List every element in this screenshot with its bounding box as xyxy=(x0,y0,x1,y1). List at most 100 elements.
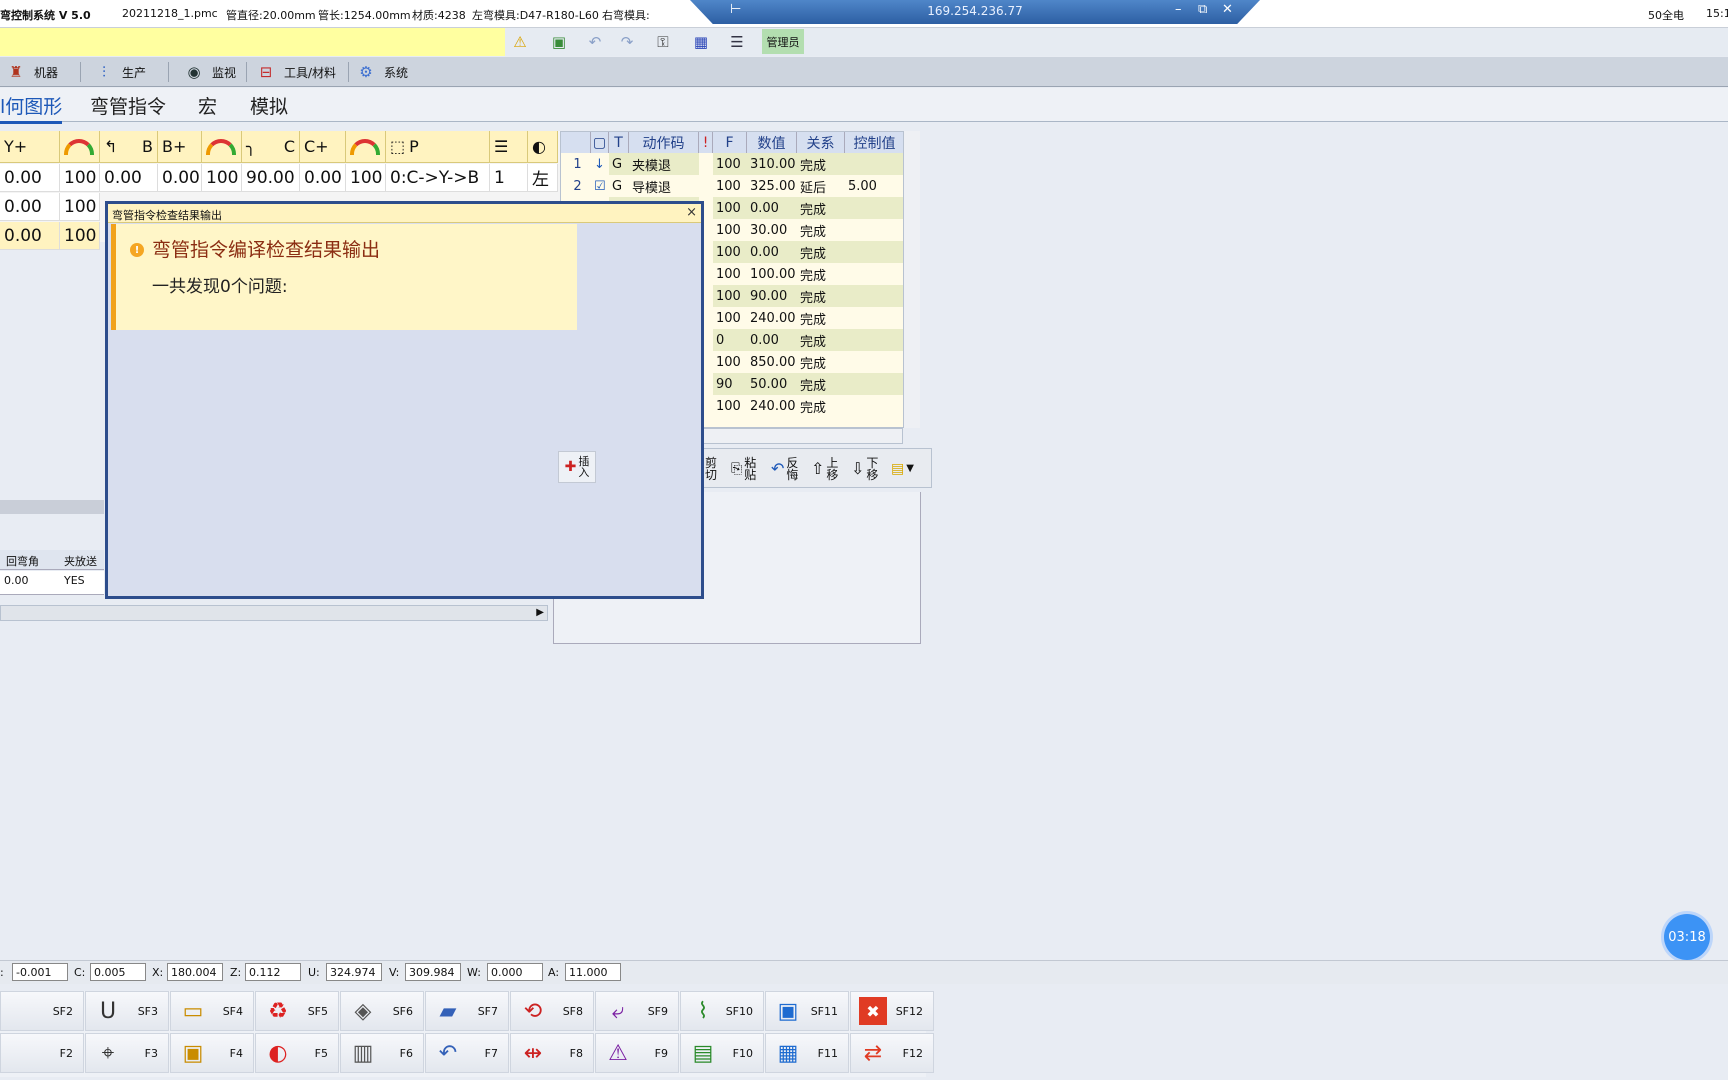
row-control-value[interactable] xyxy=(845,219,905,241)
cell[interactable]: 0:C->Y->B xyxy=(386,164,490,192)
paste-button[interactable]: ⎘ 粘贴 xyxy=(731,453,756,485)
user-key-icon[interactable]: ⚿ xyxy=(653,32,673,52)
function-key-sf3[interactable]: U SF3 xyxy=(85,991,169,1031)
undo-button[interactable]: ↶ 反悔 xyxy=(771,453,798,485)
admin-badge[interactable]: 管理员 xyxy=(762,29,804,54)
cell[interactable]: 0.00 xyxy=(100,164,158,192)
cell[interactable]: 90.00 xyxy=(242,164,300,192)
col-control-value[interactable]: 控制值 xyxy=(845,132,905,153)
row-f[interactable]: 100 xyxy=(713,307,747,329)
insert-button[interactable]: ✚ 插入 xyxy=(558,451,596,483)
row-f[interactable]: 100 xyxy=(713,351,747,373)
row-f[interactable]: 100 xyxy=(713,285,747,307)
row-value[interactable]: 0.00 xyxy=(747,197,797,219)
tab-geometry[interactable]: l何图形 xyxy=(0,92,63,124)
menu-system[interactable]: ⚙ 系统 xyxy=(356,57,408,87)
menu-tools[interactable]: ⊟ 工具/材料 xyxy=(256,57,336,87)
col-direction[interactable]: ◐ xyxy=(528,131,558,163)
function-key-f4[interactable]: ▣ F4 xyxy=(170,1033,254,1073)
row-control-value[interactable] xyxy=(845,329,905,351)
col-c[interactable]: ╮ C xyxy=(242,131,300,163)
close-icon[interactable]: ✕ xyxy=(1222,2,1233,17)
arrow-right-icon[interactable]: ▶ xyxy=(536,607,544,618)
row-control-value[interactable] xyxy=(845,351,905,373)
settings-panel-icon[interactable]: ▦ xyxy=(691,32,711,52)
row-control-value[interactable] xyxy=(845,263,905,285)
col-b-plus[interactable]: B+ xyxy=(158,131,202,163)
function-key-sf12[interactable]: ✖ SF12 xyxy=(850,991,934,1031)
function-key-f11[interactable]: ▦ F11 xyxy=(765,1033,849,1073)
save-icon[interactable]: ▣ xyxy=(549,32,569,52)
cell[interactable]: 100 xyxy=(60,222,100,250)
col-speed-c[interactable] xyxy=(346,131,386,163)
tab-macro[interactable]: 宏 xyxy=(198,92,217,119)
row-f[interactable]: 100 xyxy=(713,241,747,263)
clamp-value[interactable]: YES xyxy=(64,574,85,587)
row-number[interactable]: 1 xyxy=(561,153,591,175)
col-flag[interactable]: ! xyxy=(699,132,713,153)
row-relation[interactable]: 完成 xyxy=(797,263,845,285)
col-t[interactable]: T xyxy=(609,132,629,153)
col-p[interactable]: ⬚ P xyxy=(386,131,490,163)
menu-machine[interactable]: ♜ 机器 xyxy=(6,57,58,87)
row-control-value[interactable] xyxy=(845,197,905,219)
function-key-f5[interactable]: ◐ F5 xyxy=(255,1033,339,1073)
function-key-sf7[interactable]: ▰ SF7 xyxy=(425,991,509,1031)
recording-timer[interactable]: 03:18 xyxy=(1664,914,1710,960)
row-relation[interactable]: 完成 xyxy=(797,285,845,307)
row-control-value[interactable] xyxy=(845,373,905,395)
row-value[interactable]: 325.00 xyxy=(747,175,797,197)
restore-icon[interactable]: ⧉ xyxy=(1198,2,1207,17)
row-relation[interactable]: 完成 xyxy=(797,307,845,329)
function-key-sf5[interactable]: ♻ SF5 xyxy=(255,991,339,1031)
move-up-button[interactable]: ⇧ 上移 xyxy=(811,453,838,485)
row-value[interactable]: 30.00 xyxy=(747,219,797,241)
cell[interactable]: 100 xyxy=(346,164,386,192)
menu-production[interactable]: ⫶ 生产 xyxy=(94,57,146,87)
col-b[interactable]: ↰ B xyxy=(100,131,158,163)
col-c-plus[interactable]: C+ xyxy=(300,131,346,163)
cell[interactable]: 100 xyxy=(202,164,242,192)
list-icon[interactable]: ☰ xyxy=(727,32,747,52)
cell[interactable]: 100 xyxy=(60,193,100,221)
row-f[interactable]: 90 xyxy=(713,373,747,395)
col-y-plus[interactable]: Y+ xyxy=(0,131,60,163)
cell[interactable]: 0.00 xyxy=(0,164,60,192)
row-relation[interactable]: 完成 xyxy=(797,373,845,395)
col-f[interactable]: F xyxy=(713,132,747,153)
splitter[interactable] xyxy=(0,500,104,514)
row-value[interactable]: 50.00 xyxy=(747,373,797,395)
warning-icon[interactable]: ⚠ xyxy=(510,32,530,52)
cut-button[interactable]: 剪切 xyxy=(705,453,717,485)
rebend-angle-value[interactable]: 0.00 xyxy=(4,574,29,587)
function-key-f9[interactable]: ⚠ F9 xyxy=(595,1033,679,1073)
cell[interactable]: 100 xyxy=(60,164,100,192)
function-key-sf9[interactable]: ⤶ SF9 xyxy=(595,991,679,1031)
col-value[interactable]: 数值 xyxy=(747,132,797,153)
col-speed-y[interactable] xyxy=(60,131,100,163)
row-value[interactable]: 240.00 xyxy=(747,307,797,329)
cell[interactable]: 0.00 xyxy=(300,164,346,192)
function-key-sf6[interactable]: ◈ SF6 xyxy=(340,991,424,1031)
close-icon[interactable]: × xyxy=(686,205,697,220)
row-action-code[interactable]: 夹模退 xyxy=(629,153,699,175)
more-dropdown[interactable]: ▤ ▼ xyxy=(891,453,914,485)
row-value[interactable]: 310.00 xyxy=(747,153,797,175)
row-relation[interactable]: 完成 xyxy=(797,153,845,175)
redo-icon[interactable]: ↷ xyxy=(617,32,637,52)
function-key-sf4[interactable]: ▭ SF4 xyxy=(170,991,254,1031)
function-key-f6[interactable]: ▥ F6 xyxy=(340,1033,424,1073)
row-control-value[interactable] xyxy=(845,307,905,329)
function-key-f10[interactable]: ▤ F10 xyxy=(680,1033,764,1073)
row-value[interactable]: 0.00 xyxy=(747,329,797,351)
row-control-value[interactable]: 5.00 xyxy=(845,175,905,197)
cell[interactable]: 0.00 xyxy=(0,222,60,250)
cell[interactable]: 0.00 xyxy=(0,193,60,221)
row-value[interactable]: 0.00 xyxy=(747,241,797,263)
function-key-f7[interactable]: ↶ F7 xyxy=(425,1033,509,1073)
tab-bend-instructions[interactable]: 弯管指令 xyxy=(90,92,166,119)
col-action-code[interactable]: 动作码 xyxy=(629,132,699,153)
row-control-value[interactable] xyxy=(845,241,905,263)
function-key-f8[interactable]: ⇹ F8 xyxy=(510,1033,594,1073)
row-f[interactable]: 0 xyxy=(713,329,747,351)
